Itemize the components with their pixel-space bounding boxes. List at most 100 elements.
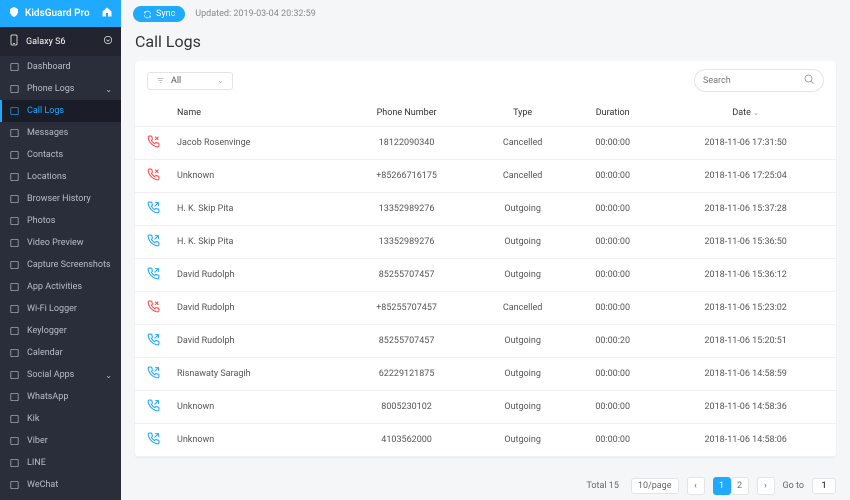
sidebar-item-social-apps[interactable]: Social Apps⌄ — [0, 364, 121, 386]
sidebar-item-capture-screenshots[interactable]: Capture Screenshots — [0, 254, 121, 276]
sidebar-item-video-preview[interactable]: Video Preview — [0, 232, 121, 254]
table-row[interactable]: Risnawaty Saragih62229121875Outgoing00:0… — [135, 358, 836, 391]
sidebar-item-browser-history[interactable]: Browser History — [0, 188, 121, 210]
cell-name: Unknown — [171, 391, 338, 424]
table-row[interactable]: Unknown8005230102Outgoing00:00:002018-11… — [135, 391, 836, 424]
cell-type: Outgoing — [475, 259, 570, 292]
sidebar-item-calendar[interactable]: Calendar — [0, 342, 121, 364]
cell-phone: 4103562000 — [338, 424, 475, 457]
cell-date: 2018-11-06 14:58:36 — [655, 391, 836, 424]
call-type-icon — [135, 160, 171, 193]
cell-name: Unknown — [171, 424, 338, 457]
search-box[interactable] — [694, 69, 824, 92]
table-row[interactable]: David Rudolph+85255707457Cancelled00:00:… — [135, 292, 836, 325]
device-name: Galaxy S6 — [26, 37, 65, 47]
page-1[interactable]: 1 — [713, 477, 731, 495]
cell-phone: 8005230102 — [338, 391, 475, 424]
cell-duration: 00:00:00 — [570, 358, 655, 391]
sidebar-item-contacts[interactable]: Contacts — [0, 144, 121, 166]
call-type-icon — [135, 424, 171, 457]
col-duration[interactable]: Duration — [570, 100, 655, 127]
sidebar-item-dashboard[interactable]: Dashboard — [0, 56, 121, 78]
cell-date: 2018-11-06 15:23:02 — [655, 292, 836, 325]
search-icon[interactable] — [803, 73, 815, 88]
sidebar-item-label: Call Logs — [27, 106, 64, 116]
sidebar-item-label: Keylogger — [27, 326, 67, 336]
cell-name: H. K. Skip Pita — [171, 193, 338, 226]
sidebar-item-wechat[interactable]: WeChat — [0, 474, 121, 496]
browser-icon — [9, 194, 20, 205]
search-input[interactable] — [703, 76, 803, 86]
sidebar-item-label: Video Preview — [27, 238, 84, 248]
table-row[interactable]: H. K. Skip Pita13352989276Outgoing00:00:… — [135, 193, 836, 226]
col-icon — [135, 100, 171, 127]
cell-phone: 13352989276 — [338, 193, 475, 226]
cell-phone: +85266716175 — [338, 160, 475, 193]
table-row[interactable]: David Rudolph85255707457Outgoing00:00:20… — [135, 325, 836, 358]
sidebar-item-phone-logs[interactable]: Phone Logs ⌄ — [0, 78, 121, 100]
col-date[interactable]: Date ⌄ — [655, 100, 836, 127]
updated-label: Updated: 2019-03-04 20:32:59 — [195, 9, 315, 19]
call-type-icon — [135, 358, 171, 391]
brand-name: KidsGuard Pro — [25, 8, 90, 19]
table-row[interactable]: Unknown4103562000Outgoing00:00:002018-11… — [135, 424, 836, 457]
sort-icon: ⌄ — [753, 109, 759, 117]
table-row[interactable]: David Rudolph85255707457Outgoing00:00:00… — [135, 259, 836, 292]
col-name[interactable]: Name — [171, 100, 338, 127]
sidebar-item-call-logs[interactable]: Call Logs — [0, 100, 121, 122]
table-row[interactable]: Unknown+85266716175Cancelled00:00:002018… — [135, 160, 836, 193]
goto-input[interactable] — [812, 478, 836, 494]
table-row[interactable]: Jacob Rosenvinge18122090340Cancelled00:0… — [135, 127, 836, 160]
sidebar-item-viber[interactable]: Viber — [0, 430, 121, 452]
sidebar-item-app-activities[interactable]: App Activities — [0, 276, 121, 298]
cell-type: Outgoing — [475, 424, 570, 457]
page-2[interactable]: 2 — [731, 477, 749, 495]
cell-phone: 85255707457 — [338, 325, 475, 358]
sidebar-item-kik[interactable]: Kik — [0, 408, 121, 430]
sync-button[interactable]: Sync — [133, 6, 185, 22]
table-row[interactable]: H. K. Skip Pita13352989276Outgoing00:00:… — [135, 226, 836, 259]
sidebar-item-label: Kik — [27, 414, 39, 424]
cell-duration: 00:00:00 — [570, 160, 655, 193]
photo-icon — [9, 216, 20, 227]
cell-phone: 13352989276 — [338, 226, 475, 259]
chevron-down-icon: ⌄ — [105, 85, 112, 94]
call-logs-table: Name Phone Number Type Duration Date ⌄ J… — [135, 100, 836, 457]
cell-date: 2018-11-06 15:20:51 — [655, 325, 836, 358]
cell-date: 2018-11-06 17:31:50 — [655, 127, 836, 160]
sidebar-item-locations[interactable]: Locations — [0, 166, 121, 188]
sidebar-item-label: Calendar — [27, 348, 63, 358]
sidebar-item-qq[interactable]: QQ — [0, 496, 121, 500]
cell-name: David Rudolph — [171, 325, 338, 358]
next-page[interactable]: › — [757, 477, 775, 495]
sidebar-nav: Dashboard Phone Logs ⌄ Call Logs MessagesCon… — [0, 56, 121, 500]
call-type-icon — [135, 193, 171, 226]
cell-type: Cancelled — [475, 292, 570, 325]
sidebar-item-messages[interactable]: Messages — [0, 122, 121, 144]
col-type[interactable]: Type — [475, 100, 570, 127]
sidebar-item-wi-fi-logger[interactable]: Wi-Fi Logger — [0, 298, 121, 320]
device-selector[interactable]: Galaxy S6 — [0, 27, 121, 56]
sidebar-item-line[interactable]: LINE — [0, 452, 121, 474]
cell-name: David Rudolph — [171, 292, 338, 325]
sidebar-item-label: LINE — [27, 458, 46, 468]
sidebar-item-photos[interactable]: Photos — [0, 210, 121, 232]
sidebar-item-label: Phone Logs — [27, 84, 74, 94]
sidebar-item-keylogger[interactable]: Keylogger — [0, 320, 121, 342]
per-page-select[interactable]: 10/page — [631, 478, 679, 494]
filter-label: All — [171, 76, 181, 86]
call-logs-card: All ⌄ Name Phone Number Type Duration Da… — [135, 61, 836, 457]
col-phone[interactable]: Phone Number — [338, 100, 475, 127]
location-icon — [9, 172, 20, 183]
home-icon[interactable] — [101, 6, 113, 21]
sidebar-item-label: App Activities — [27, 282, 82, 292]
cell-date: 2018-11-06 17:25:04 — [655, 160, 836, 193]
filter-dropdown[interactable]: All ⌄ — [147, 72, 233, 90]
dashboard-icon — [9, 62, 20, 73]
cell-name: David Rudolph — [171, 259, 338, 292]
sidebar-item-whatsapp[interactable]: WhatsApp — [0, 386, 121, 408]
sidebar-item-label: Social Apps — [27, 370, 74, 380]
pagination: Total 15 10/page ‹ 12 › Go to — [121, 467, 850, 500]
prev-page[interactable]: ‹ — [687, 477, 705, 495]
wechat-icon — [9, 480, 20, 491]
